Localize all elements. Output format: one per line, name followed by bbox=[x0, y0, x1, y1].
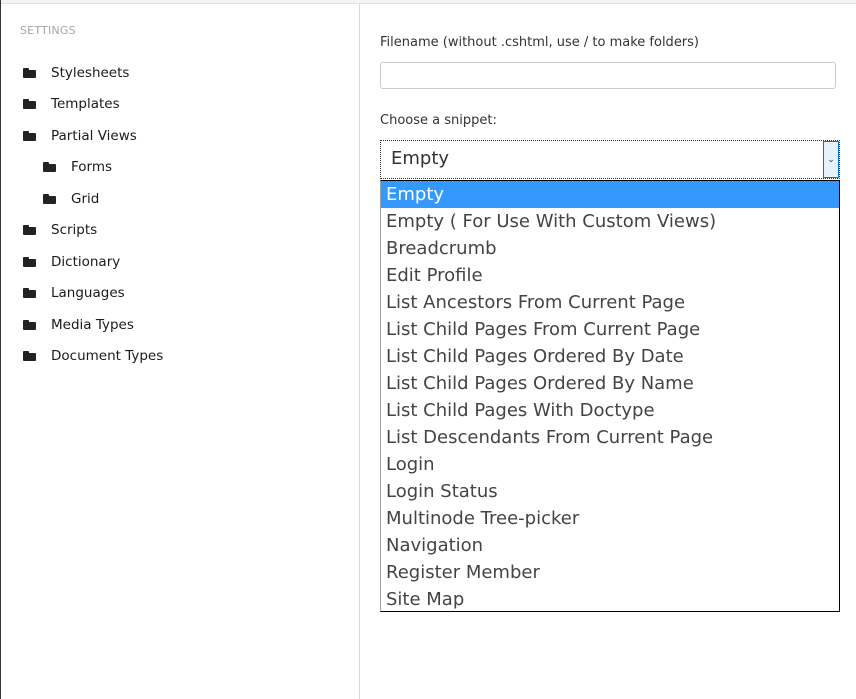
folder-icon bbox=[23, 99, 36, 109]
folder-icon bbox=[23, 320, 36, 330]
tree-item-partial-views[interactable]: Partial Views bbox=[23, 125, 137, 147]
snippet-select[interactable]: Empty ⌄ bbox=[380, 140, 840, 179]
snippet-option[interactable]: List Descendants From Current Page bbox=[381, 424, 839, 451]
tree-item-label: Media Types bbox=[51, 317, 134, 333]
folder-icon bbox=[23, 288, 36, 298]
tree-item-dictionary[interactable]: Dictionary bbox=[23, 251, 120, 273]
snippet-option[interactable]: Breadcrumb bbox=[381, 235, 839, 262]
snippet-option[interactable]: Register Member bbox=[381, 559, 839, 586]
snippet-dropdown-list: Empty Empty ( For Use With Custom Views)… bbox=[380, 180, 840, 612]
filename-input[interactable] bbox=[380, 62, 836, 89]
snippet-option[interactable]: List Child Pages Ordered By Name bbox=[381, 370, 839, 397]
settings-sidebar: SETTINGS Stylesheets Templates Partial V… bbox=[1, 4, 360, 699]
tree-item-media-types[interactable]: Media Types bbox=[23, 314, 134, 336]
tree-item-label: Dictionary bbox=[51, 254, 121, 270]
snippet-option[interactable]: Site Map bbox=[381, 586, 839, 613]
folder-icon bbox=[23, 131, 36, 141]
tree-item-grid[interactable]: Grid bbox=[43, 188, 99, 210]
tree-item-languages[interactable]: Languages bbox=[23, 282, 125, 304]
snippet-selected-value: Empty bbox=[391, 148, 450, 169]
tree-item-label: Templates bbox=[51, 96, 120, 112]
snippet-option[interactable]: Edit Profile bbox=[381, 262, 839, 289]
snippet-option[interactable]: Empty bbox=[381, 181, 839, 208]
tree-item-document-types[interactable]: Document Types bbox=[23, 345, 163, 367]
folder-icon bbox=[23, 351, 36, 361]
sidebar-section-title: SETTINGS bbox=[20, 24, 76, 37]
tree-item-label: Grid bbox=[71, 191, 100, 207]
snippet-option[interactable]: Multinode Tree-picker bbox=[381, 505, 839, 532]
snippet-option[interactable]: Empty ( For Use With Custom Views) bbox=[381, 208, 839, 235]
folder-icon bbox=[23, 257, 36, 267]
snippet-option[interactable]: List Child Pages With Doctype bbox=[381, 397, 839, 424]
folder-icon bbox=[43, 194, 56, 204]
folder-icon bbox=[43, 162, 56, 172]
snippet-option[interactable]: List Child Pages Ordered By Date bbox=[381, 343, 839, 370]
snippet-option[interactable]: List Ancestors From Current Page bbox=[381, 289, 839, 316]
chevron-down-icon[interactable]: ⌄ bbox=[823, 141, 839, 178]
tree-item-scripts[interactable]: Scripts bbox=[23, 219, 97, 241]
tree-item-templates[interactable]: Templates bbox=[23, 93, 120, 115]
tree-item-label: Document Types bbox=[51, 348, 164, 364]
filename-label: Filename (without .cshtml, use / to make… bbox=[380, 35, 700, 50]
tree-item-label: Stylesheets bbox=[51, 65, 130, 81]
tree-item-label: Forms bbox=[71, 159, 113, 175]
snippet-option[interactable]: List Child Pages From Current Page bbox=[381, 316, 839, 343]
folder-icon bbox=[23, 68, 36, 78]
tree-item-forms[interactable]: Forms bbox=[43, 156, 112, 178]
folder-icon bbox=[23, 225, 36, 235]
snippet-option[interactable]: Navigation bbox=[381, 532, 839, 559]
tree-item-stylesheets[interactable]: Stylesheets bbox=[23, 62, 129, 84]
snippet-option[interactable]: Login bbox=[381, 451, 839, 478]
tree-item-label: Partial Views bbox=[51, 128, 137, 144]
snippet-label: Choose a snippet: bbox=[380, 113, 497, 128]
create-partial-view-form: Filename (without .cshtml, use / to make… bbox=[360, 4, 856, 699]
tree-item-label: Languages bbox=[51, 285, 125, 301]
tree-item-label: Scripts bbox=[51, 222, 98, 238]
snippet-option[interactable]: Login Status bbox=[381, 478, 839, 505]
